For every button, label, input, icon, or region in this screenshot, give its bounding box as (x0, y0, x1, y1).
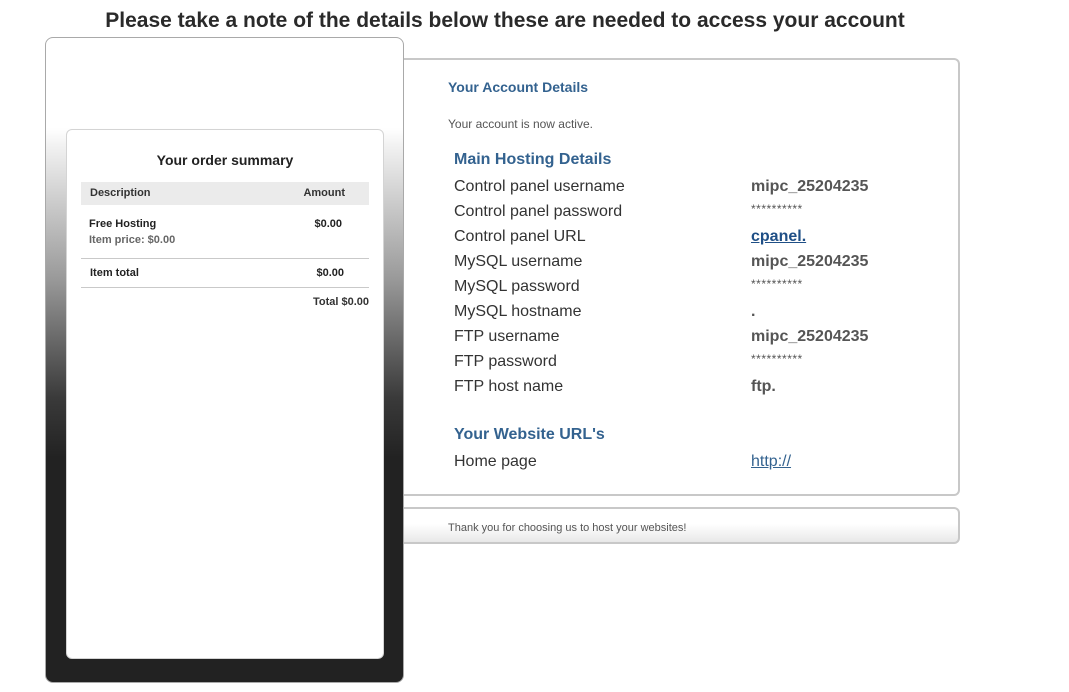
ftp-password-value: ********** (751, 352, 803, 366)
home-page-link[interactable]: http:// (751, 452, 791, 472)
order-summary-card: Your order summary Description Amount Fr… (66, 129, 384, 659)
detail-label: Home page (454, 453, 537, 470)
ftp-username-value: mipc_25204235 (751, 328, 869, 345)
footer-thank-you-text: Thank you for choosing us to host your w… (448, 522, 687, 534)
column-header-description: Description (90, 187, 151, 199)
detail-row-ftp-username: FTP username mipc_25204235 (454, 327, 934, 352)
detail-row-mysql-password: MySQL password ********** (454, 277, 934, 302)
page-headline: Please take a note of the details below … (105, 9, 905, 32)
account-details-card: Your Account Details Your account is now… (398, 58, 960, 496)
detail-label: FTP password (454, 353, 557, 370)
detail-row-cpanel-password: Control panel password ********** (454, 202, 934, 227)
detail-row-mysql-username: MySQL username mipc_25204235 (454, 252, 934, 277)
detail-row-cpanel-url: Control panel URL cpanel. (454, 227, 934, 252)
account-details-title: Your Account Details (448, 79, 589, 95)
detail-row-cpanel-username: Control panel username mipc_25204235 (454, 177, 934, 202)
order-divider (81, 287, 369, 288)
mysql-hostname-value: . (751, 303, 756, 320)
detail-label: MySQL password (454, 278, 580, 295)
item-total-amount: $0.00 (316, 267, 344, 279)
order-item-amount: $0.00 (314, 218, 342, 230)
order-item-name: Free Hosting (89, 218, 157, 230)
cpanel-username-value: mipc_25204235 (751, 178, 869, 195)
ftp-host-value: ftp. (751, 378, 776, 395)
detail-row-ftp-password: FTP password ********** (454, 352, 934, 377)
order-table-header: Description Amount (81, 182, 369, 205)
mysql-username-value: mipc_25204235 (751, 253, 869, 270)
detail-row-mysql-hostname: MySQL hostname . (454, 302, 934, 327)
cpanel-url-link[interactable]: cpanel. (751, 227, 806, 247)
account-status-text: Your account is now active. (448, 117, 593, 131)
detail-row-home-page: Home page http:// (454, 452, 934, 477)
order-summary-title: Your order summary (156, 152, 294, 168)
column-header-amount: Amount (303, 187, 345, 199)
detail-label: Control panel username (454, 178, 625, 195)
item-total-label: Item total (90, 267, 139, 279)
main-hosting-heading: Main Hosting Details (454, 151, 612, 168)
detail-label: Control panel password (454, 203, 623, 220)
cpanel-password-value: ********** (751, 202, 803, 216)
detail-label: FTP host name (454, 378, 564, 395)
footer-bar: Thank you for choosing us to host your w… (398, 507, 960, 544)
detail-label: MySQL username (454, 253, 583, 270)
website-url-heading: Your Website URL's (454, 426, 605, 443)
detail-label: MySQL hostname (454, 303, 582, 320)
order-grand-total: Total $0.00 (312, 296, 369, 308)
detail-row-ftp-host: FTP host name ftp. (454, 377, 934, 402)
page: Please take a note of the details below … (0, 0, 1069, 692)
mysql-password-value: ********** (751, 277, 803, 291)
order-item-price: Item price: $0.00 (89, 234, 176, 246)
detail-label: FTP username (454, 328, 560, 345)
order-divider (81, 258, 369, 259)
detail-label: Control panel URL (454, 228, 586, 245)
